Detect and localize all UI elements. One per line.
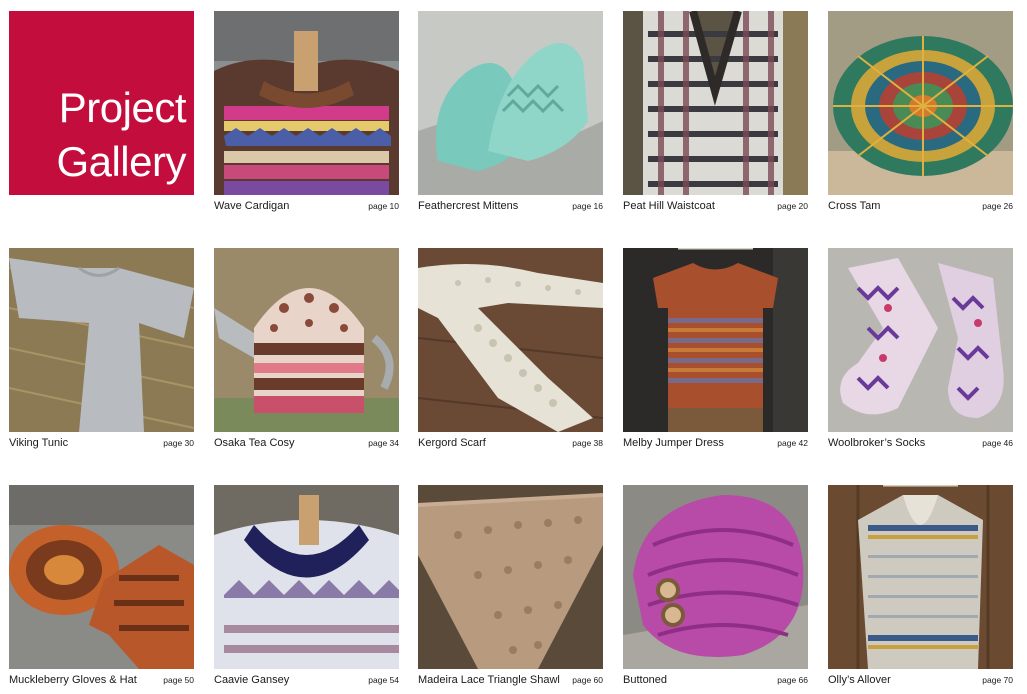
gallery-item-viking-tunic[interactable]: Viking Tunic page 30 bbox=[9, 248, 194, 452]
item-page: page 10 bbox=[368, 201, 399, 211]
item-name: Melby Jumper Dress bbox=[623, 437, 724, 449]
item-page: page 70 bbox=[982, 675, 1013, 685]
item-page: page 60 bbox=[572, 675, 603, 685]
woolbrokers-socks-photo bbox=[828, 248, 1013, 432]
muckleberry-gloves-hat-caption: Muckleberry Gloves & Hat page 50 bbox=[9, 673, 194, 687]
gallery-item-caavie-gansey[interactable]: Caavie Gansey page 54 bbox=[214, 485, 399, 689]
item-page: page 66 bbox=[777, 675, 808, 685]
gallery-item-madeira-lace-triangle-shawl[interactable]: Madeira Lace Triangle Shawl page 60 bbox=[418, 485, 603, 689]
kergord-scarf-photo bbox=[418, 248, 603, 432]
item-name: Buttoned bbox=[623, 674, 668, 686]
cross-tam-photo bbox=[828, 11, 1013, 195]
muckleberry-gloves-hat-photo bbox=[9, 485, 194, 669]
cross-tam-caption: Cross Tam page 26 bbox=[828, 199, 1013, 213]
madeira-lace-triangle-shawl-photo bbox=[418, 485, 603, 669]
project-gallery-title-block: Project Gallery bbox=[9, 11, 194, 195]
item-name: Olly’s Allover bbox=[828, 674, 891, 686]
gallery-item-feathercrest-mittens[interactable]: Feathercrest Mittens page 16 bbox=[418, 11, 603, 215]
woolbrokers-socks-caption: Woolbroker’s Socks page 46 bbox=[828, 436, 1013, 450]
osaka-tea-cosy-caption: Osaka Tea Cosy page 34 bbox=[214, 436, 399, 450]
gallery-item-ollys-allover[interactable]: Olly’s Allover page 70 bbox=[828, 485, 1013, 689]
melby-jumper-dress-caption: Melby Jumper Dress page 42 bbox=[623, 436, 808, 450]
title-line-project: Project bbox=[58, 84, 187, 131]
item-name: Cross Tam bbox=[828, 200, 881, 212]
item-name: Muckleberry Gloves & Hat bbox=[9, 674, 137, 686]
item-name: Woolbroker’s Socks bbox=[828, 437, 926, 449]
gallery-item-cross-tam[interactable]: Cross Tam page 26 bbox=[828, 11, 1013, 215]
viking-tunic-caption: Viking Tunic page 30 bbox=[9, 436, 194, 450]
feathercrest-mittens-caption: Feathercrest Mittens page 16 bbox=[418, 199, 603, 213]
gallery-item-peat-hill-waistcoat[interactable]: Peat Hill Waistcoat page 20 bbox=[623, 11, 808, 215]
gallery-item-muckleberry-gloves-hat[interactable]: Muckleberry Gloves & Hat page 50 bbox=[9, 485, 194, 689]
item-page: page 16 bbox=[572, 201, 603, 211]
osaka-tea-cosy-photo bbox=[214, 248, 399, 432]
item-name: Osaka Tea Cosy bbox=[214, 437, 295, 449]
item-name: Peat Hill Waistcoat bbox=[623, 200, 715, 212]
item-page: page 38 bbox=[572, 438, 603, 448]
buttoned-caption: Buttoned page 66 bbox=[623, 673, 808, 687]
madeira-lace-triangle-shawl-caption: Madeira Lace Triangle Shawl page 60 bbox=[418, 673, 603, 687]
viking-tunic-photo bbox=[9, 248, 194, 432]
caavie-gansey-photo bbox=[214, 485, 399, 669]
ollys-allover-caption: Olly’s Allover page 70 bbox=[828, 673, 1013, 687]
ollys-allover-photo bbox=[828, 485, 1013, 669]
item-page: page 42 bbox=[777, 438, 808, 448]
wave-cardigan-photo bbox=[214, 11, 399, 195]
feathercrest-mittens-photo bbox=[418, 11, 603, 195]
item-page: page 34 bbox=[368, 438, 399, 448]
wave-cardigan-caption: Wave Cardigan page 10 bbox=[214, 199, 399, 213]
gallery-item-osaka-tea-cosy[interactable]: Osaka Tea Cosy page 34 bbox=[214, 248, 399, 452]
item-page: page 30 bbox=[163, 438, 194, 448]
item-page: page 20 bbox=[777, 201, 808, 211]
peat-hill-waistcoat-caption: Peat Hill Waistcoat page 20 bbox=[623, 199, 808, 213]
caavie-gansey-caption: Caavie Gansey page 54 bbox=[214, 673, 399, 687]
item-page: page 26 bbox=[982, 201, 1013, 211]
item-page: page 50 bbox=[163, 675, 194, 685]
item-name: Kergord Scarf bbox=[418, 437, 486, 449]
item-name: Feathercrest Mittens bbox=[418, 200, 519, 212]
gallery-item-kergord-scarf[interactable]: Kergord Scarf page 38 bbox=[418, 248, 603, 452]
item-page: page 54 bbox=[368, 675, 399, 685]
gallery-item-wave-cardigan[interactable]: Wave Cardigan page 10 bbox=[214, 11, 399, 215]
melby-jumper-dress-photo bbox=[623, 248, 808, 432]
gallery-item-buttoned[interactable]: Buttoned page 66 bbox=[623, 485, 808, 689]
peat-hill-waistcoat-photo bbox=[623, 11, 808, 195]
item-name: Madeira Lace Triangle Shawl bbox=[418, 674, 560, 686]
title-line-gallery: Gallery bbox=[56, 138, 186, 185]
item-page: page 46 bbox=[982, 438, 1013, 448]
item-name: Viking Tunic bbox=[9, 437, 69, 449]
buttoned-photo bbox=[623, 485, 808, 669]
item-name: Wave Cardigan bbox=[214, 200, 290, 212]
gallery-item-woolbrokers-socks[interactable]: Woolbroker’s Socks page 46 bbox=[828, 248, 1013, 452]
item-name: Caavie Gansey bbox=[214, 674, 290, 686]
gallery-item-melby-jumper-dress[interactable]: Melby Jumper Dress page 42 bbox=[623, 248, 808, 452]
kergord-scarf-caption: Kergord Scarf page 38 bbox=[418, 436, 603, 450]
